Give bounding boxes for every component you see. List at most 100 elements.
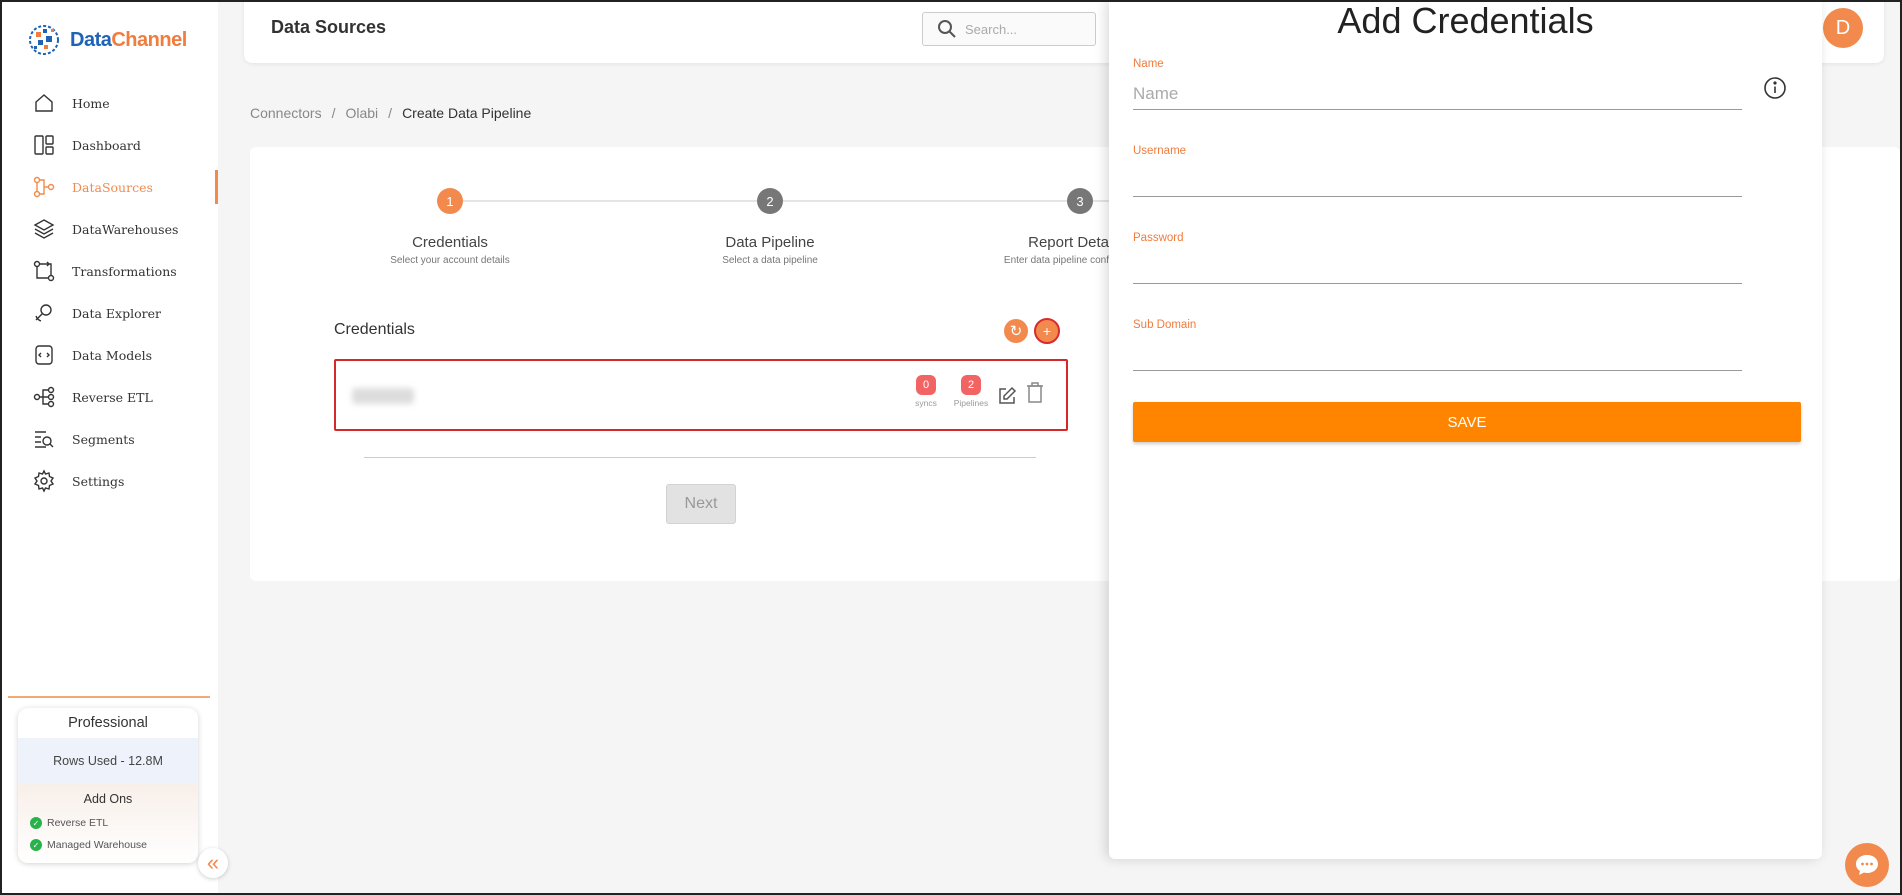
plus-icon: + [1042,323,1052,339]
subdomain-input[interactable] [1133,335,1742,371]
breadcrumb-current: Create Data Pipeline [402,105,532,121]
credentials-heading: Credentials [334,321,415,338]
home-icon [35,94,53,112]
add-credential-button[interactable]: + [1034,318,1060,344]
step-2-title: Data Pipeline [725,234,815,251]
username-input[interactable] [1133,161,1742,197]
breadcrumb-olabi[interactable]: Olabi [345,105,378,121]
sidebar-item-label: DataSources [72,179,153,195]
trash-icon [1027,382,1043,403]
page-title: Data Sources [271,17,387,37]
breadcrumb: Connectors / Olabi / Create Data Pipelin… [250,105,531,121]
name-label: Name [1133,58,1164,70]
chat-bubble-icon [1856,855,1878,875]
sidebar-item-home[interactable]: Home [2,82,218,124]
sidebar-item-label: Data Models [72,347,153,363]
credential-row[interactable]: 0 syncs 2 Pipelines [334,359,1068,431]
models-icon [35,345,53,365]
step-1-title: Credentials [412,234,488,251]
user-avatar[interactable]: D [1823,8,1863,48]
sidebar-item-transformations[interactable]: Transformations [2,250,218,292]
dashboard-icon [34,135,54,155]
layers-icon [33,219,55,239]
addons-title: Add Ons [83,792,133,806]
sidebar-item-settings[interactable]: Settings [2,460,218,502]
name-field: Name [1133,58,1742,110]
reverse-etl-icon [33,386,55,408]
refresh-credentials-button[interactable]: ↻ [1004,319,1028,343]
addon-label: Reverse ETL [47,817,109,829]
search-icon [938,20,956,38]
double-chevron-left-icon: « [206,850,220,875]
sidebar-item-data-models[interactable]: Data Models [2,334,218,376]
add-credentials-drawer: Add Credentials Name Username Password S… [1109,0,1822,859]
step-2-subtitle: Select a data pipeline [722,255,818,266]
subdomain-field: Sub Domain [1133,319,1742,371]
save-button[interactable]: SAVE [1133,402,1801,442]
sidebar: DataChannel Home Dashboard DataSources D… [2,2,218,893]
step-2-circle[interactable]: 2 [757,188,783,214]
sidebar-item-label: Segments [72,431,135,447]
sidebar-item-label: DataWarehouses [72,221,179,237]
next-button[interactable]: Next [666,484,736,524]
delete-credential-button[interactable] [1024,381,1046,403]
gear-icon [33,469,55,493]
sidebar-divider [8,696,210,698]
sidebar-item-reverse-etl[interactable]: Reverse ETL [2,376,218,418]
sidebar-item-label: Reverse ETL [72,389,153,405]
brand-logo[interactable]: DataChannel [26,20,187,60]
pipelines-label: Pipelines [953,398,989,408]
addon-item: ✓ Reverse ETL [18,812,198,834]
username-field: Username [1133,145,1742,197]
info-icon [1764,77,1786,99]
breadcrumb-connectors[interactable]: Connectors [250,105,322,121]
sidebar-item-data-explorer[interactable]: Data Explorer [2,292,218,334]
collapse-sidebar-button[interactable]: « [198,848,228,878]
search-box[interactable]: Search... [922,12,1096,46]
edit-icon [999,386,1017,404]
password-input[interactable] [1133,248,1742,284]
username-label: Username [1133,145,1187,157]
step-3-title: Report Deta [1028,234,1109,251]
stepper-connector [463,200,757,202]
plan-card: Professional Rows Used - 12.8M Add Ons ✓… [18,708,198,863]
segments-icon [35,431,54,448]
step-1-circle[interactable]: 1 [437,188,463,214]
name-input[interactable] [1133,74,1742,110]
sidebar-item-segments[interactable]: Segments [2,418,218,460]
addons-section: Add Ons ✓ Reverse ETL ✓ Managed Warehous… [18,784,198,863]
brand-name: DataChannel [70,29,187,52]
breadcrumb-separator: / [388,105,393,121]
refresh-icon: ↻ [1009,323,1023,340]
check-circle-icon: ✓ [30,817,42,829]
step-3-subtitle: Enter data pipeline conf [1003,255,1109,266]
transform-icon [33,260,55,282]
brand-name-part1: Data [70,28,112,51]
chat-support-button[interactable] [1845,843,1889,887]
sidebar-nav: Home Dashboard DataSources DataWarehouse… [2,82,218,502]
sidebar-item-datawarehouses[interactable]: DataWarehouses [2,208,218,250]
info-button[interactable] [1763,76,1787,100]
step-3-circle[interactable]: 3 [1067,188,1093,214]
section-divider [364,457,1036,458]
drawer-title: Add Credentials [1337,0,1594,41]
syncs-count-badge: 0 [916,375,936,395]
plan-name: Professional [68,715,148,731]
addon-label: Managed Warehouse [47,839,148,851]
sidebar-item-dashboard[interactable]: Dashboard [2,124,218,166]
datasources-icon [33,176,55,198]
sidebar-item-datasources[interactable]: DataSources [2,166,218,208]
datachannel-logo-icon [26,20,62,60]
explorer-icon [35,304,52,322]
credential-name-redacted [352,388,414,404]
edit-credential-button[interactable] [996,385,1018,407]
syncs-label: syncs [915,398,937,408]
check-circle-icon: ✓ [30,839,42,851]
password-label: Password [1133,232,1184,244]
sidebar-item-label: Data Explorer [72,305,161,321]
sidebar-item-label: Home [72,95,110,111]
sidebar-item-label: Dashboard [72,137,141,153]
sidebar-item-label: Transformations [72,263,177,279]
password-field: Password [1133,232,1742,284]
search-input[interactable]: Search... [965,22,1017,37]
